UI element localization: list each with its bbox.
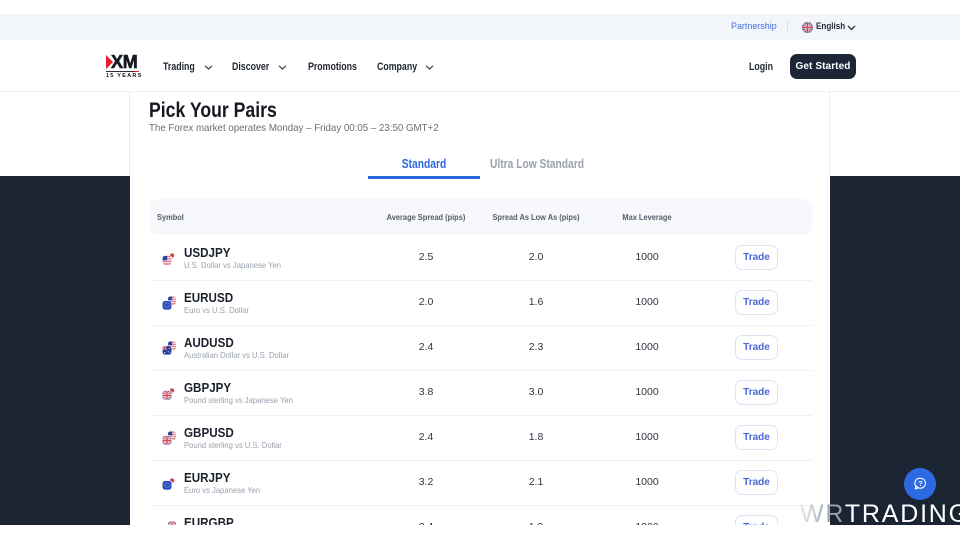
svg-text:?: ? <box>918 479 923 488</box>
